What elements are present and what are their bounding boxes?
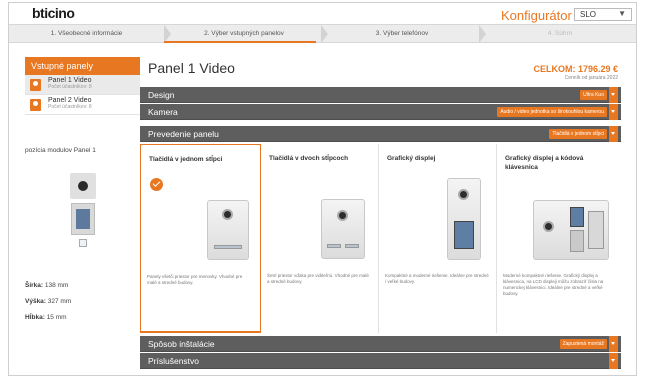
- sidebar-heading: Vstupné panely: [25, 57, 140, 75]
- sidebar-item-panel-2[interactable]: Panel 2 Video Počet účastníkov: 8: [25, 95, 140, 115]
- button-strip: [345, 244, 359, 248]
- dimension-height: Výška: 327 mm: [25, 294, 71, 310]
- chevron-down-icon[interactable]: [609, 87, 618, 103]
- numeric-keypad: [570, 230, 584, 252]
- configurator-title: Konfigurátor: [501, 8, 572, 23]
- panel-layout-options: Tlačidlá v jednom stĺpci Panely všetči p…: [140, 144, 621, 334]
- section-selected-value: Tlačidlá v jednom stĺpci: [549, 129, 607, 139]
- option-title: Grafický displej: [387, 155, 436, 162]
- section-title: Príslušenstvo: [148, 356, 200, 366]
- display-keypad-panel-image: [533, 200, 609, 260]
- sidebar-item-title: Panel 2 Video: [48, 97, 92, 104]
- single-column-panel-image: [207, 200, 249, 260]
- sidebar-item-subtitle: Počet účastníkov: 8: [48, 104, 92, 110]
- option-display-and-keypad[interactable]: Grafický displej a kódová klávesnica Mod…: [497, 144, 621, 333]
- top-bar: bticino Konfigurátor SLO ▼: [9, 3, 636, 23]
- section-selected-value: Zapustená montáž: [559, 339, 607, 349]
- speaker-module-image: [70, 173, 96, 199]
- chevron-down-icon[interactable]: [609, 126, 618, 142]
- dimension-depth: Hĺbka: 15 mm: [25, 310, 71, 326]
- step-phone-selection[interactable]: 3. Výber telefónov: [327, 25, 477, 42]
- option-description: Kompaktné a moderné riešenie. Ideálne pr…: [385, 273, 489, 284]
- total-price: CELKOM: 1796.29 €: [533, 64, 618, 74]
- section-installation[interactable]: Spôsob inštalácie Zapustená montáž: [140, 336, 621, 352]
- name-tag-module: [588, 211, 604, 249]
- logo-text: bticino: [32, 5, 75, 21]
- option-title: Tlačidlá v dvoch stĺpcoch: [269, 155, 349, 162]
- dimension-width: Šírka: 138 mm: [25, 278, 71, 294]
- page-title: Panel 1 Video: [148, 60, 235, 76]
- dimension-value: 138 mm: [44, 282, 69, 289]
- option-title: Tlačidlá v jednom stĺpci: [149, 156, 223, 163]
- section-selected-value: Audio / video jednotka so širokouhlou ka…: [497, 107, 607, 117]
- step-label: 4. Súhrn: [547, 30, 573, 37]
- configurator-window: bticino Konfigurátor SLO ▼ 1. Všeobecné …: [8, 2, 637, 376]
- step-bar: 1. Všeobecné informácie 2. Výber vstupný…: [9, 24, 636, 43]
- option-two-columns[interactable]: Tlačidlá v dvoch stĺpcoch Šetrí priestor…: [261, 144, 379, 333]
- section-title: Design: [148, 90, 175, 100]
- button-strip: [327, 244, 341, 248]
- intercom-icon: [30, 79, 41, 91]
- section-accessories[interactable]: Príslušenstvo: [140, 353, 621, 369]
- section-title: Prevedenie panelu: [148, 129, 219, 139]
- module-position-label: pozícia modulov Panel 1: [25, 147, 96, 154]
- step-panel-selection[interactable]: 2. Výber vstupných panelov: [169, 25, 319, 42]
- section-panel-layout[interactable]: Prevedenie panelu Tlačidlá v jednom stĺp…: [140, 126, 621, 142]
- camera-lens: [543, 221, 554, 232]
- broken-image-icon: [79, 239, 87, 247]
- price-list-note: Cenník od januára 2022: [564, 75, 618, 81]
- lcd-screen: [454, 221, 474, 249]
- option-description: Šetrí priestor vďaka pre viditeľnú. Vhod…: [267, 273, 369, 284]
- camera-lens: [337, 210, 348, 221]
- panel-dimensions: Šírka: 138 mm Výška: 327 mm Hĺbka: 15 mm: [25, 278, 71, 326]
- dimension-label: Výška:: [25, 298, 46, 305]
- step-summary: 4. Súhrn: [485, 25, 635, 42]
- button-strip: [214, 245, 242, 249]
- chevron-down-icon[interactable]: [609, 104, 618, 120]
- chevron-down-icon[interactable]: [609, 353, 618, 369]
- sidebar-item-panel-1[interactable]: Panel 1 Video Počet účastníkov: 8: [25, 75, 140, 95]
- section-camera[interactable]: Kamera Audio / video jednotka so širokou…: [140, 104, 621, 120]
- section-title: Kamera: [148, 107, 178, 117]
- two-column-panel-image: [321, 199, 365, 259]
- dimension-value: 327 mm: [47, 298, 72, 305]
- sidebar-item-subtitle: Počet účastníkov: 8: [48, 84, 92, 90]
- dimension-label: Hĺbka:: [25, 314, 45, 321]
- language-value: SLO: [580, 10, 597, 19]
- graphic-display-panel-image: [447, 178, 481, 260]
- step-general-info[interactable]: 1. Všeobecné informácie: [9, 25, 164, 42]
- option-description: Moderné kompaktné riešenie. Grafický dis…: [503, 273, 604, 296]
- step-label: 3. Výber telefónov: [375, 30, 429, 37]
- option-description: Panely všetči priestor pre menovky. Vhod…: [147, 274, 243, 285]
- active-step-indicator: [164, 41, 316, 43]
- display-module-image: [71, 203, 95, 235]
- step-label: 2. Výber vstupných panelov: [204, 30, 284, 37]
- dimension-value: 15 mm: [46, 314, 67, 321]
- option-graphic-display[interactable]: Grafický displej Kompaktné a moderné rie…: [379, 144, 497, 333]
- bticino-logo[interactable]: bticino: [32, 5, 75, 21]
- chevron-down-icon: ▼: [618, 9, 626, 18]
- checkmark-icon: [150, 178, 163, 191]
- camera-lens: [222, 209, 233, 220]
- section-selected-value: Ultra Kuo: [580, 90, 607, 100]
- sidebar-item-title: Panel 1 Video: [48, 77, 92, 84]
- chevron-down-icon[interactable]: [609, 336, 618, 352]
- lcd-screen: [570, 207, 584, 227]
- option-title: Grafický displej a kódová klávesnica: [505, 155, 584, 171]
- section-title: Spôsob inštalácie: [148, 339, 215, 349]
- option-single-column[interactable]: Tlačidlá v jednom stĺpci Panely všetči p…: [140, 144, 261, 333]
- language-select[interactable]: SLO ▼: [574, 8, 632, 21]
- step-label: 1. Všeobecné informácie: [50, 30, 123, 37]
- dimension-label: Šírka:: [25, 282, 44, 289]
- camera-lens: [458, 189, 469, 200]
- intercom-icon: [30, 99, 41, 111]
- panel-sidebar: Vstupné panely Panel 1 Video Počet účast…: [25, 57, 140, 115]
- section-design[interactable]: Design Ultra Kuo: [140, 87, 621, 103]
